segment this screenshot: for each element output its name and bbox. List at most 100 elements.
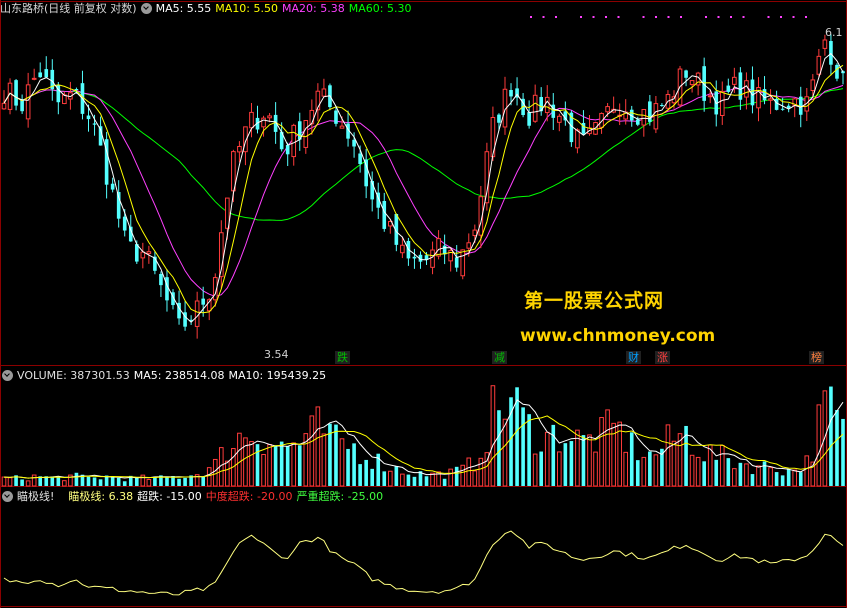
candle-body xyxy=(237,146,242,153)
event-tag-bang[interactable]: 榜 xyxy=(809,351,824,364)
candle-body xyxy=(110,183,115,190)
volume-bar xyxy=(472,470,478,487)
candle-body xyxy=(334,110,338,124)
volume-bar xyxy=(291,442,297,487)
volume-bar xyxy=(653,454,659,487)
candle-body xyxy=(194,300,200,327)
candle-body xyxy=(460,249,466,277)
volume-bar xyxy=(255,444,260,486)
candle-body xyxy=(786,105,791,109)
volume-bar xyxy=(744,463,749,487)
volume-toggle-icon[interactable] xyxy=(2,370,13,381)
event-tag-die[interactable]: 跌 xyxy=(335,351,350,364)
event-tag-zhang[interactable]: 涨 xyxy=(655,351,670,364)
volume-bar xyxy=(7,477,13,487)
candle-body xyxy=(92,123,97,125)
volume-bar xyxy=(346,448,350,486)
volume-bar xyxy=(177,478,181,486)
indicator-title: 瞄极线! xyxy=(17,490,55,503)
candle-body xyxy=(321,88,327,97)
candle-body xyxy=(7,82,13,110)
volume-bar xyxy=(719,444,725,487)
volume-bar xyxy=(225,460,230,487)
signal-dot xyxy=(655,16,657,18)
volume-bar xyxy=(587,434,592,487)
volume-bars xyxy=(1,385,845,487)
volume-bar xyxy=(671,440,677,487)
signal-dot xyxy=(780,16,782,18)
volume-bar xyxy=(774,472,779,486)
event-tag-cai[interactable]: 财 xyxy=(626,351,641,364)
candle-body xyxy=(44,69,49,78)
chart-canvas xyxy=(0,0,847,608)
volume-bar xyxy=(309,415,315,487)
volume-bar xyxy=(798,472,803,486)
signal-dot xyxy=(730,16,732,18)
candle-body xyxy=(822,39,828,49)
candle-body xyxy=(732,76,737,85)
signal-dot xyxy=(605,16,607,18)
candle-body xyxy=(382,201,387,229)
ma20-line xyxy=(3,84,844,298)
volume-bar xyxy=(460,464,466,487)
settings-toggle-icon[interactable] xyxy=(140,3,152,14)
indicator-toggle-icon[interactable] xyxy=(2,491,13,502)
candle-body xyxy=(303,120,309,148)
volume-bar xyxy=(695,456,701,487)
volume-bar xyxy=(334,424,338,486)
volume-bar xyxy=(527,414,531,486)
volume-bar xyxy=(551,424,556,486)
event-tag-jian[interactable]: 减 xyxy=(492,351,507,364)
volume-bar xyxy=(786,469,791,486)
volume-bar xyxy=(358,464,362,486)
panel-divider-3 xyxy=(0,606,847,607)
candle-body xyxy=(14,80,18,106)
candle-body xyxy=(544,96,550,114)
volume-bar xyxy=(841,418,845,486)
volume-bar xyxy=(370,468,375,486)
moderate-oversold-label: 中度超跌: -20.00 xyxy=(205,490,293,503)
volume-ma5-label: MA5: 238514.08 xyxy=(133,369,225,382)
volume-bar xyxy=(430,472,435,487)
signal-dot xyxy=(792,16,795,18)
volume-bar xyxy=(804,455,810,487)
signal-dot xyxy=(680,16,682,18)
volume-bar xyxy=(569,441,574,486)
candlestick-series xyxy=(1,34,845,339)
volume-bar xyxy=(92,477,97,486)
main-title: 山东路桥(日线 前复权 对数) xyxy=(0,2,137,15)
candle-body xyxy=(684,70,688,78)
candle-body xyxy=(339,125,345,129)
volume-bar xyxy=(816,404,822,487)
volume-bar xyxy=(756,465,761,487)
candle-body xyxy=(575,129,580,149)
volume-bar xyxy=(792,469,798,487)
volume-bar xyxy=(556,451,562,487)
candle-body xyxy=(309,109,315,125)
volume-bar xyxy=(502,418,508,487)
candle-body xyxy=(829,41,833,65)
volume-bar xyxy=(424,476,429,486)
signal-dot xyxy=(555,16,557,18)
candle-body xyxy=(816,55,822,75)
volume-bar xyxy=(442,478,447,486)
volume-bar xyxy=(237,432,242,487)
candle-body xyxy=(532,94,538,122)
volume-bar xyxy=(605,409,610,487)
ma60-label: MA60: 5.30 xyxy=(348,2,412,15)
candle-body xyxy=(641,108,647,126)
candle-body xyxy=(25,84,31,120)
volume-bar xyxy=(738,462,743,486)
volume-bar xyxy=(98,479,103,486)
volume-bar xyxy=(339,438,345,487)
volume-bar xyxy=(20,479,24,486)
volume-bar xyxy=(454,466,459,486)
volume-bar xyxy=(702,461,706,486)
signal-dot xyxy=(530,16,532,18)
volume-bar xyxy=(116,477,121,486)
volume-bar xyxy=(448,468,453,487)
volume-bar xyxy=(62,480,67,487)
volume-bar xyxy=(629,432,634,486)
candle-body xyxy=(497,114,501,123)
candle-body xyxy=(86,115,91,120)
